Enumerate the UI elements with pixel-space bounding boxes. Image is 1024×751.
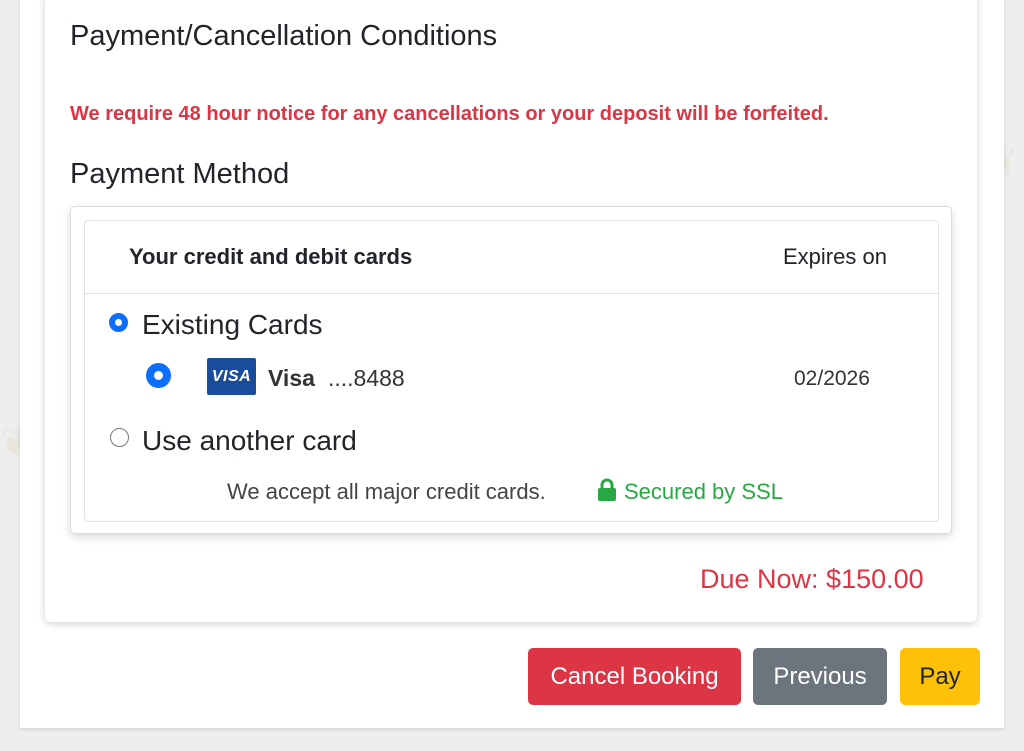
lock-icon	[598, 478, 616, 501]
visa-logo-icon: VISA	[207, 358, 256, 395]
cards-header-label: Your credit and debit cards	[129, 244, 413, 269]
card-brand: Visa	[268, 365, 315, 391]
saved-card-radio[interactable]	[146, 363, 171, 388]
expires-header-label: Expires on	[783, 244, 887, 269]
conditions-title: Payment/Cancellation Conditions	[70, 20, 498, 52]
previous-button[interactable]: Previous	[753, 648, 887, 705]
accepted-cards-text: We accept all major credit cards.	[227, 479, 546, 504]
cancel-booking-button[interactable]: Cancel Booking	[528, 648, 741, 705]
pay-button[interactable]: Pay	[900, 648, 980, 705]
secured-ssl-text: Secured by SSL	[624, 479, 783, 504]
existing-cards-label[interactable]: Existing Cards	[142, 309, 323, 341]
card-number: ....8488	[328, 365, 405, 391]
another-card-label[interactable]: Use another card	[142, 425, 357, 457]
payment-method-title: Payment Method	[70, 158, 290, 190]
existing-cards-radio[interactable]	[109, 313, 128, 332]
card-expiry: 02/2026	[794, 367, 870, 390]
another-card-radio[interactable]	[110, 428, 129, 447]
cancellation-warning: We require 48 hour notice for any cancel…	[70, 103, 829, 125]
due-now-amount: Due Now: $150.00	[700, 564, 924, 594]
